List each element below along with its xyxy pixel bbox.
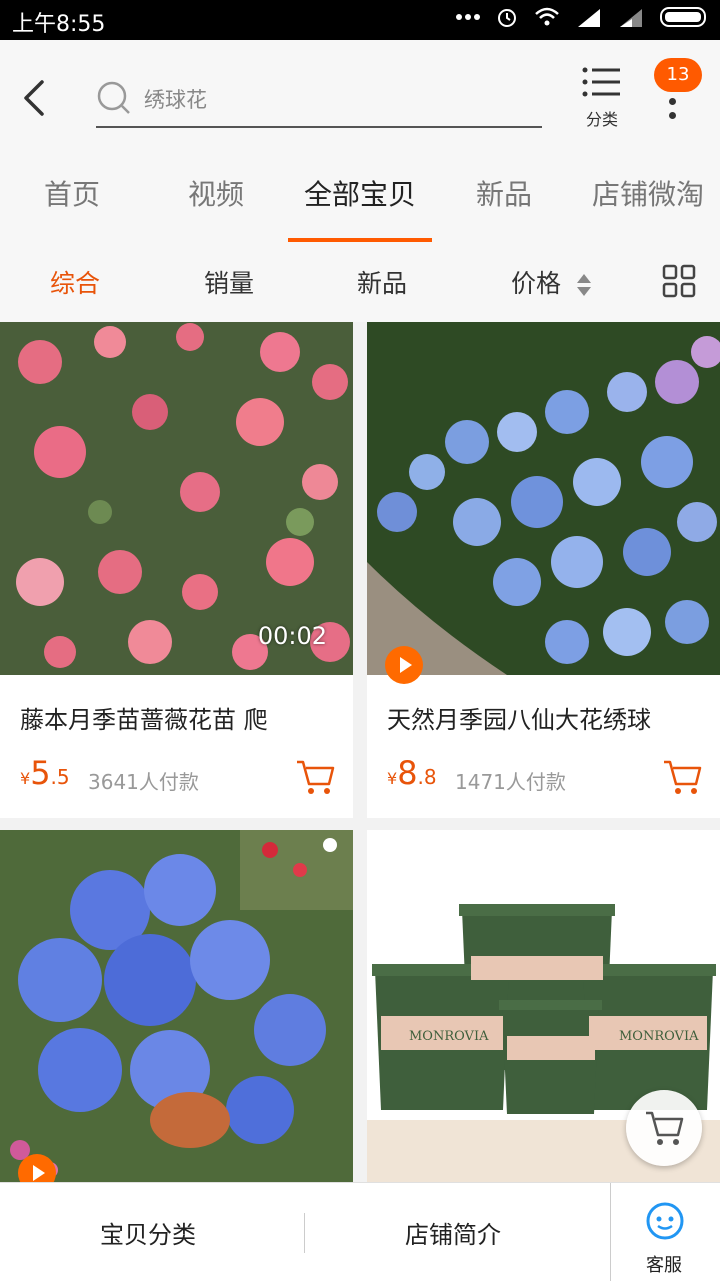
product-sales: 1471人付款 bbox=[455, 770, 566, 794]
add-to-cart-icon[interactable] bbox=[295, 758, 335, 796]
video-play-icon[interactable] bbox=[385, 646, 423, 684]
product-card[interactable]: 00:02 藤本月季苗蔷薇花苗 爬 ¥5.5 3641人付款 bbox=[0, 322, 353, 818]
alarm-icon bbox=[498, 9, 516, 27]
product-price: ¥5.5 bbox=[20, 754, 70, 792]
tab-home[interactable]: 首页 bbox=[0, 150, 144, 242]
notification-badge: 13 bbox=[654, 58, 702, 92]
search-placeholder: 绣球花 bbox=[144, 88, 207, 112]
category-button[interactable]: 分类 bbox=[574, 66, 630, 130]
more-menu-button[interactable]: 13 bbox=[652, 58, 704, 138]
floating-cart-button[interactable] bbox=[626, 1090, 702, 1166]
tab-video[interactable]: 视频 bbox=[144, 150, 288, 242]
shop-tabs: 首页 视频 全部宝贝 新品 店铺微淘 bbox=[0, 150, 720, 242]
divider bbox=[610, 1183, 611, 1281]
product-card[interactable]: 天然月季园八仙大花绣球 ¥8.8 1471人付款 bbox=[367, 322, 720, 818]
sort-overall[interactable]: 综合 bbox=[50, 264, 100, 300]
category-label: 分类 bbox=[585, 110, 618, 129]
search-header: 绣球花 分类 13 bbox=[0, 40, 720, 150]
shop-intro-button[interactable]: 店铺简介 bbox=[405, 1215, 501, 1250]
product-title: 藤本月季苗蔷薇花苗 爬 bbox=[20, 706, 268, 734]
bottom-bar: 宝贝分类 店铺简介 客服 bbox=[0, 1182, 720, 1281]
status-bar: 上午8:55 bbox=[0, 0, 720, 40]
sort-arrows-icon bbox=[576, 274, 591, 296]
grid-view-icon[interactable] bbox=[662, 264, 696, 298]
signal-icon-2 bbox=[620, 9, 642, 27]
signal-icon bbox=[578, 9, 600, 27]
sort-bar: 综合 销量 新品 价格 bbox=[0, 242, 720, 322]
wifi-icon bbox=[535, 7, 559, 26]
item-category-button[interactable]: 宝贝分类 bbox=[100, 1215, 196, 1250]
product-sales: 3641人付款 bbox=[88, 770, 199, 794]
search-input[interactable]: 绣球花 bbox=[96, 72, 542, 128]
more-dot-icon bbox=[669, 112, 676, 119]
customer-service-icon bbox=[646, 1202, 684, 1240]
back-icon[interactable] bbox=[20, 78, 50, 118]
video-duration: 00:02 bbox=[257, 622, 327, 650]
sort-price-label: 价格 bbox=[511, 269, 562, 298]
sort-price[interactable]: 价格 bbox=[511, 264, 593, 300]
customer-service-button[interactable]: 客服 bbox=[630, 1197, 700, 1277]
tab-new[interactable]: 新品 bbox=[432, 150, 576, 242]
product-card[interactable] bbox=[0, 830, 353, 1182]
more-dots-icon bbox=[456, 14, 480, 20]
product-image-plumbago bbox=[0, 830, 353, 1182]
cart-icon bbox=[646, 1111, 684, 1145]
sort-new[interactable]: 新品 bbox=[357, 264, 407, 300]
add-to-cart-icon[interactable] bbox=[662, 758, 702, 796]
status-icons bbox=[456, 6, 710, 28]
product-price: ¥8.8 bbox=[387, 754, 437, 792]
customer-service-label: 客服 bbox=[646, 1255, 682, 1276]
more-dot-icon bbox=[669, 98, 676, 105]
product-image-hydrangea bbox=[367, 322, 720, 675]
status-time: 上午8:55 bbox=[12, 12, 106, 37]
tab-shop-feed[interactable]: 店铺微淘 bbox=[576, 150, 720, 242]
pot-brand-text: MONROVIA bbox=[619, 1029, 699, 1044]
battery-icon bbox=[660, 7, 706, 27]
pot-brand-text: MONROVIA bbox=[409, 1029, 489, 1044]
divider bbox=[304, 1213, 305, 1253]
sort-sales[interactable]: 销量 bbox=[204, 264, 254, 300]
list-icon bbox=[582, 67, 620, 97]
product-title: 天然月季园八仙大花绣球 bbox=[387, 706, 651, 734]
search-icon bbox=[97, 81, 130, 114]
tab-all-items[interactable]: 全部宝贝 bbox=[288, 150, 432, 242]
